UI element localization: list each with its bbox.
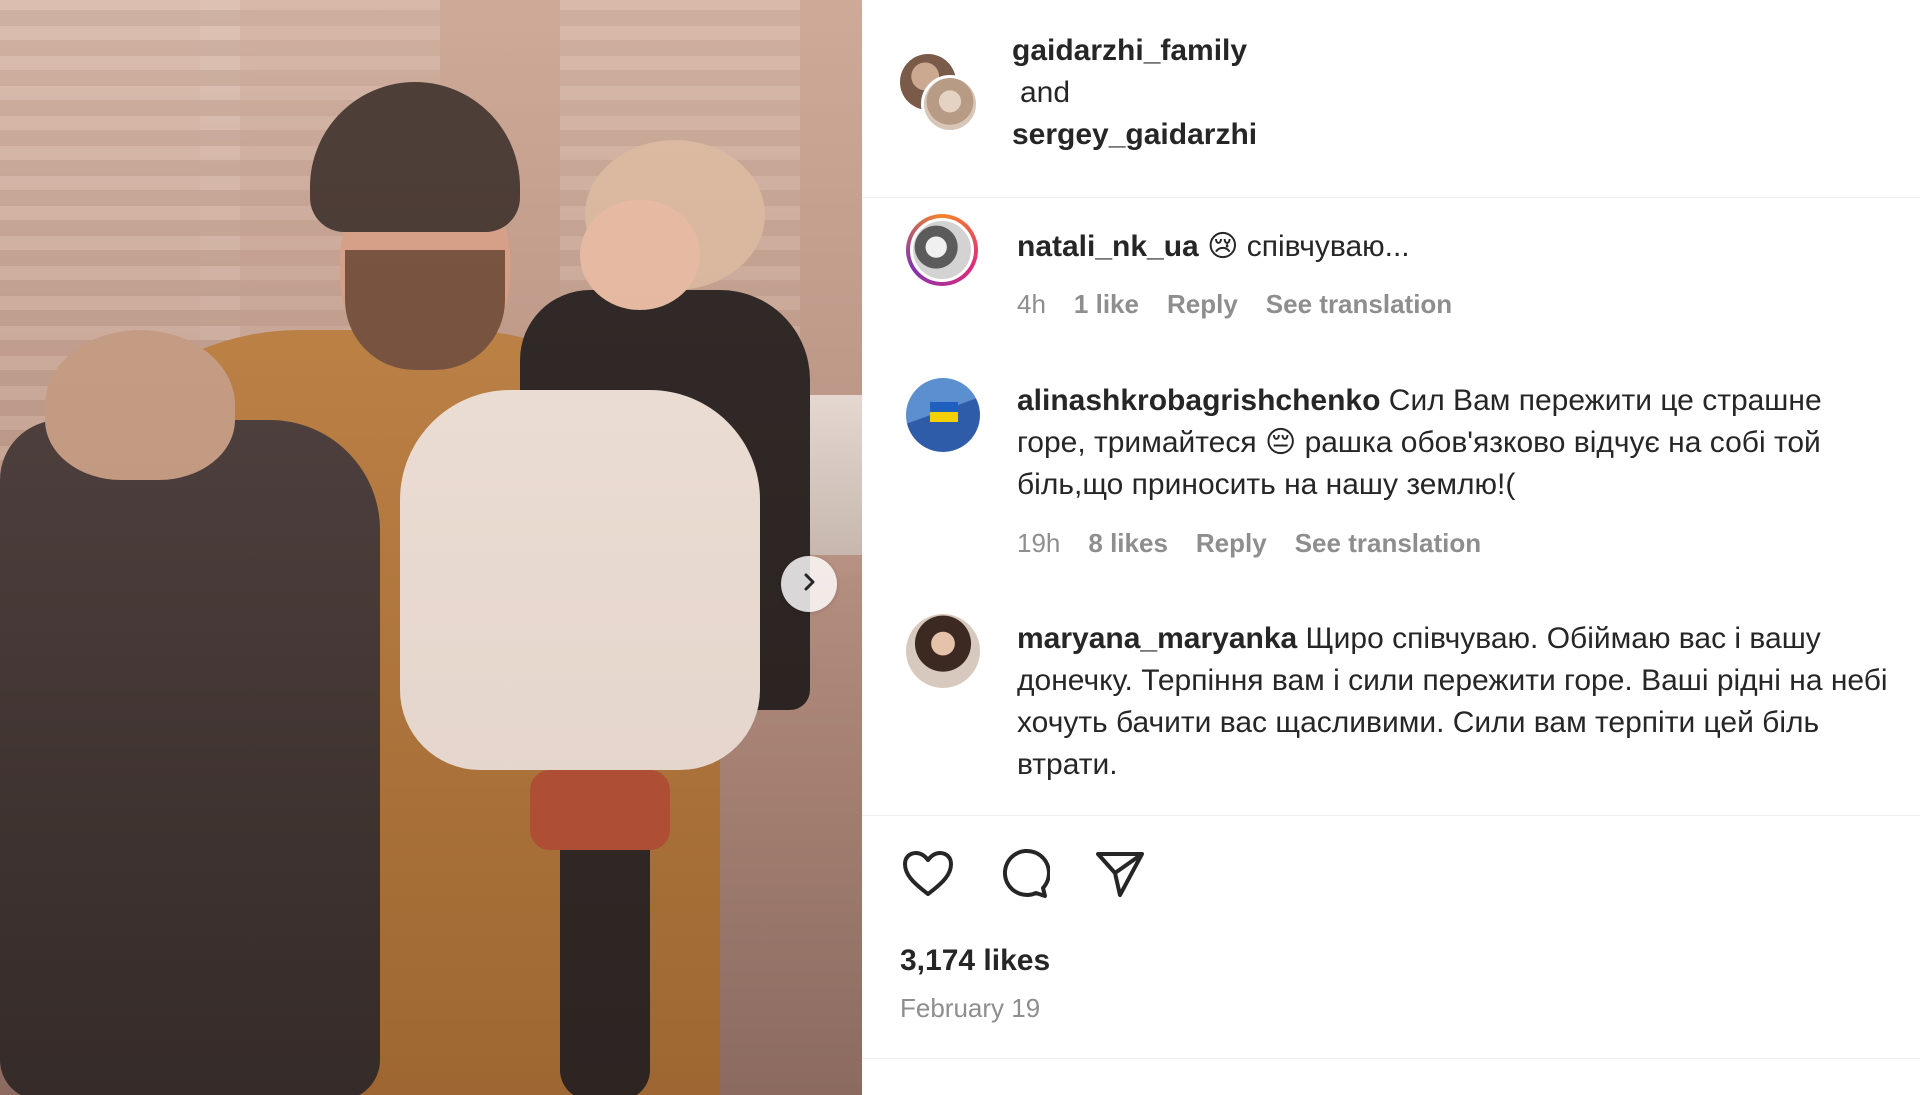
comment-text: maryana_maryanka Щиро співчуваю. Обіймаю… bbox=[1017, 618, 1897, 786]
comment-likes[interactable]: 8 likes bbox=[1088, 528, 1168, 559]
comment-time[interactable]: 19h bbox=[1017, 528, 1060, 559]
comment-content: співчуваю... bbox=[1246, 230, 1410, 263]
post-photo bbox=[0, 0, 862, 1095]
author-username-1[interactable]: gaidarzhi_family bbox=[1012, 34, 1247, 67]
author-avatars[interactable] bbox=[900, 54, 986, 134]
sad-emoji: 😔 bbox=[1264, 426, 1297, 459]
comment-button[interactable] bbox=[996, 848, 1052, 904]
like-button[interactable] bbox=[900, 848, 956, 904]
crying-emoji: 😢 bbox=[1207, 230, 1239, 263]
paper-plane-icon bbox=[1094, 849, 1146, 904]
share-button[interactable] bbox=[1092, 848, 1148, 904]
like-count[interactable]: 3,174 likes bbox=[900, 944, 1050, 978]
post-date[interactable]: February 19 bbox=[900, 993, 1040, 1024]
comment-bubble-icon bbox=[998, 848, 1051, 905]
comment-meta: 4h 1 like Reply See translation bbox=[1017, 289, 1452, 320]
post-actions bbox=[900, 848, 1148, 904]
post-side-panel: gaidarzhi_family and sergey_gaidarzhi na… bbox=[862, 0, 1920, 1095]
author-conjunction: and bbox=[1020, 76, 1071, 109]
comment-text: alinashkrobagrishchenko Сил Вам пережити… bbox=[1017, 380, 1897, 506]
author-username-2[interactable]: sergey_gaidarzhi bbox=[1012, 118, 1257, 151]
comment-time[interactable]: 4h bbox=[1017, 289, 1046, 320]
commenter-avatar[interactable] bbox=[906, 614, 980, 688]
photo-filter bbox=[0, 0, 862, 1095]
comment-username[interactable]: alinashkrobagrishchenko bbox=[1017, 384, 1380, 417]
post-authors: gaidarzhi_family and sergey_gaidarzhi bbox=[1012, 30, 1257, 156]
comment-text: natali_nk_ua 😢 співчуваю... bbox=[1017, 226, 1897, 268]
comment-username[interactable]: maryana_maryanka bbox=[1017, 622, 1297, 655]
commenter-avatar[interactable] bbox=[906, 214, 978, 286]
see-translation-link[interactable]: See translation bbox=[1295, 528, 1481, 559]
post-header: gaidarzhi_family and sergey_gaidarzhi bbox=[862, 0, 1920, 198]
ukraine-flag-icon bbox=[930, 402, 958, 422]
see-translation-link[interactable]: See translation bbox=[1266, 289, 1452, 320]
divider bbox=[862, 1058, 1920, 1059]
comment-username[interactable]: natali_nk_ua bbox=[1017, 230, 1199, 263]
chevron-right-icon bbox=[798, 571, 820, 598]
heart-icon bbox=[902, 850, 954, 903]
reply-button[interactable]: Reply bbox=[1196, 528, 1267, 559]
commenter-avatar[interactable] bbox=[906, 378, 980, 452]
next-photo-button[interactable] bbox=[781, 556, 837, 612]
comment-likes[interactable]: 1 like bbox=[1074, 289, 1139, 320]
reply-button[interactable]: Reply bbox=[1167, 289, 1238, 320]
avatar[interactable] bbox=[921, 75, 979, 133]
comment-meta: 19h 8 likes Reply See translation bbox=[1017, 528, 1481, 559]
divider bbox=[862, 815, 1920, 816]
